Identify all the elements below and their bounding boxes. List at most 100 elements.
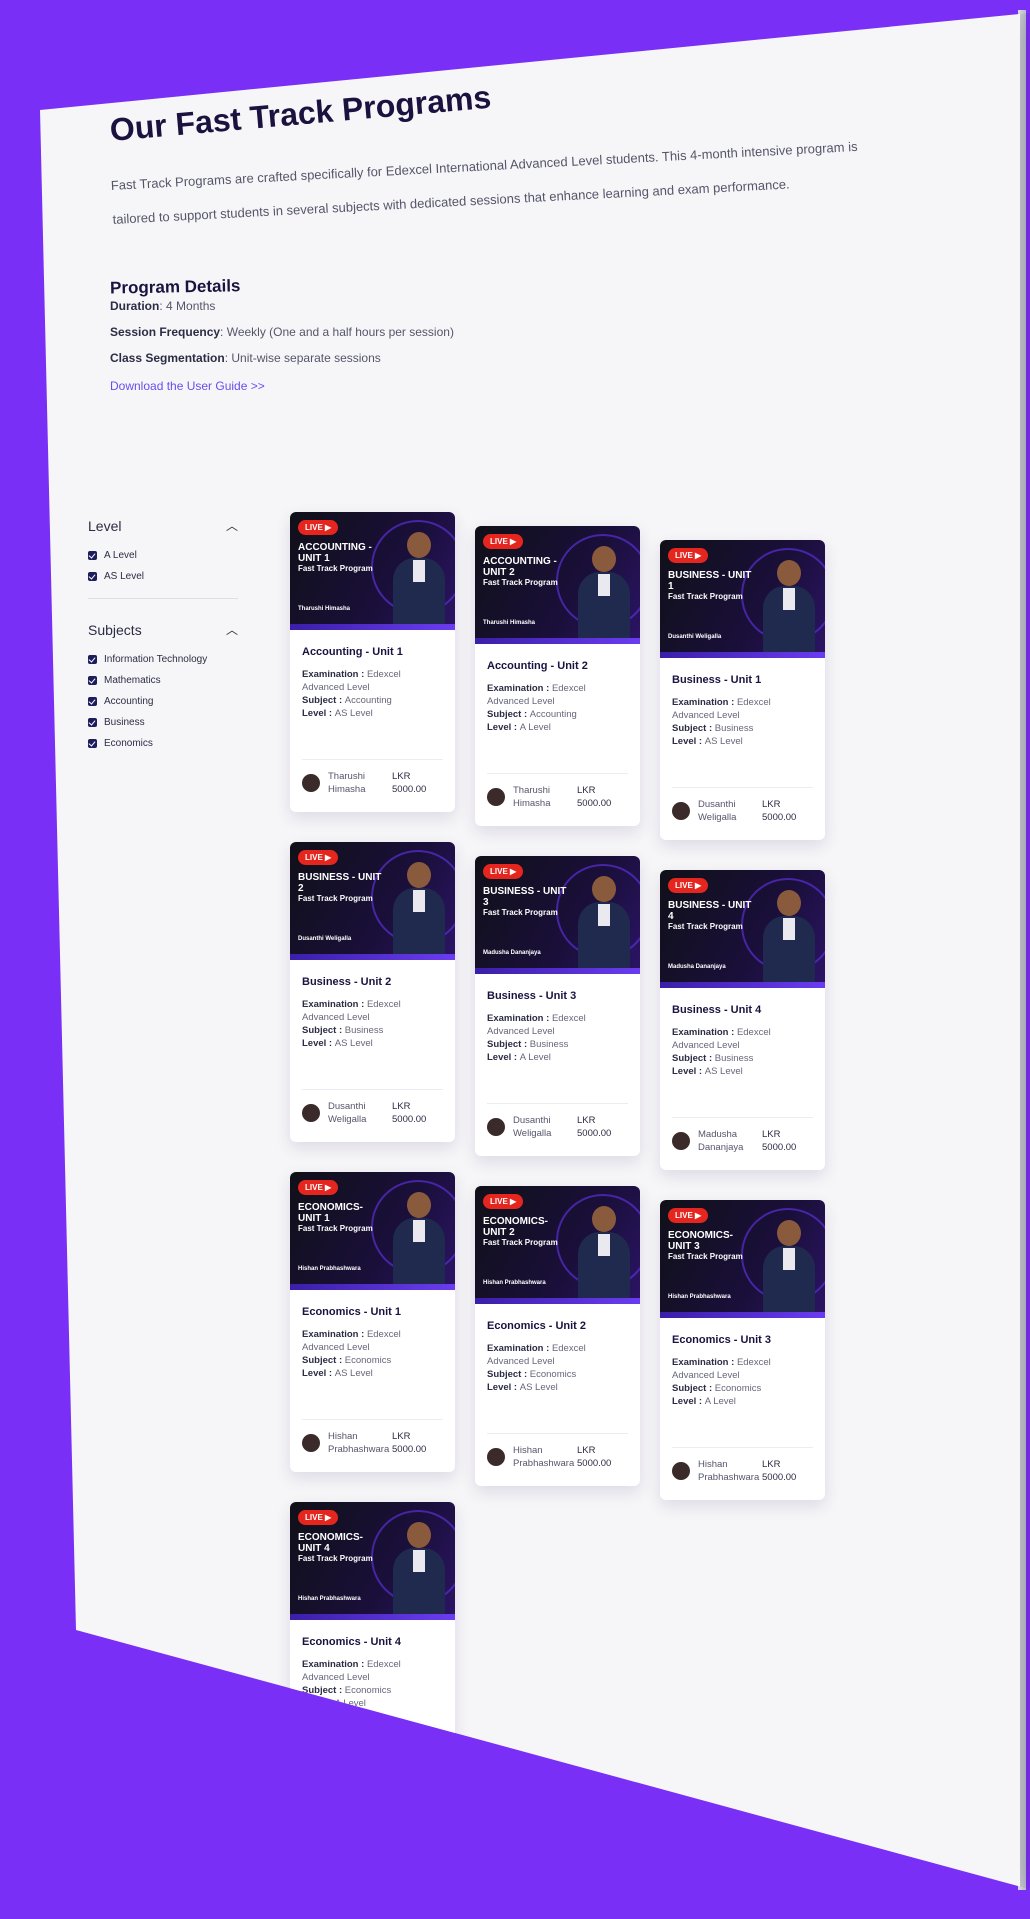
program-name[interactable]: Economics - Unit 1 xyxy=(302,1306,443,1318)
tutor-name: Dusanthi Weligalla xyxy=(513,1115,552,1139)
program-price: LKR 5000.00 xyxy=(577,1114,611,1140)
banner-title: BUSINESS - UNIT 3 xyxy=(483,886,567,908)
program-card[interactable]: LIVE ▶ ACCOUNTING - UNIT 1 Fast Track Prog… xyxy=(290,512,455,812)
banner-title: ACCOUNTING - UNIT 1 xyxy=(298,542,372,564)
program-card-body: Business - Unit 2 Examination : Edexcel A… xyxy=(290,960,455,1050)
banner-title: BUSINESS - UNIT 4 xyxy=(668,900,752,922)
program-card[interactable]: LIVE ▶ ECONOMICS- UNIT 1 Fast Track Progra… xyxy=(290,1172,455,1472)
banner-title: BUSINESS - UNIT 2 xyxy=(298,872,382,894)
price-currency: LKR xyxy=(577,1445,596,1456)
program-name[interactable]: Accounting - Unit 2 xyxy=(487,660,628,672)
program-banner-image[interactable]: LIVE ▶ ACCOUNTING - UNIT 1 Fast Track Prog… xyxy=(290,512,455,630)
subject-filter-option[interactable]: Accounting xyxy=(88,696,238,707)
filter-option-label: Business xyxy=(104,717,145,728)
checkbox-checked-icon[interactable] xyxy=(88,739,97,748)
checkbox-checked-icon[interactable] xyxy=(88,572,97,581)
program-level: Level : AS Level xyxy=(302,707,443,720)
examination-label: Examination : xyxy=(672,1027,737,1038)
level-filter-header[interactable]: Level ︿ xyxy=(88,517,238,534)
program-card[interactable]: LIVE ▶ ECONOMICS- UNIT 2 Fast Track Progra… xyxy=(475,1186,640,1486)
program-card[interactable]: LIVE ▶ BUSINESS - UNIT 4 Fast Track Progra… xyxy=(660,870,825,1170)
level-value: AS Level xyxy=(704,736,743,747)
checkbox-checked-icon[interactable] xyxy=(88,551,97,560)
program-banner-image[interactable]: LIVE ▶ ECONOMICS- UNIT 2 Fast Track Progra… xyxy=(475,1186,640,1304)
level-label: Level : xyxy=(487,1052,520,1063)
duration-row: Duration: 4 Months xyxy=(110,299,970,313)
banner-stripe xyxy=(290,1284,455,1290)
download-user-guide-link[interactable]: Download the User Guide >> xyxy=(110,379,265,393)
avatar xyxy=(672,1462,690,1480)
chevron-up-icon[interactable]: ︿ xyxy=(226,621,238,638)
live-badge: LIVE ▶ xyxy=(298,1510,339,1525)
program-level: Level : A Level xyxy=(672,1395,813,1408)
program-card-body: Economics - Unit 3 Examination : Edexcel … xyxy=(660,1318,825,1408)
program-examination: Examination : Edexcel Advanced Level xyxy=(302,668,443,694)
program-card-footer: Hishan Prabhashwara LKR 5000.00 xyxy=(672,1447,813,1484)
program-banner-image[interactable]: LIVE ▶ BUSINESS - UNIT 4 Fast Track Progra… xyxy=(660,870,825,988)
program-name[interactable]: Business - Unit 3 xyxy=(487,990,628,1002)
subject-filter-option[interactable]: Business xyxy=(88,717,238,728)
price-currency: LKR xyxy=(392,771,411,782)
program-card[interactable]: LIVE ▶ BUSINESS - UNIT 1 Fast Track Progra… xyxy=(660,540,825,840)
program-name[interactable]: Accounting - Unit 1 xyxy=(302,646,443,658)
tutor-name: Madusha Dananjaya xyxy=(698,1129,744,1153)
subject-label: Subject : xyxy=(302,1025,345,1036)
banner-stripe xyxy=(475,1298,640,1304)
program-details: Program Details Duration: 4 Months Sessi… xyxy=(110,271,970,395)
frequency-value: : Weekly (One and a half hours per sessi… xyxy=(220,325,454,339)
program-banner-image[interactable]: LIVE ▶ ECONOMICS- UNIT 1 Fast Track Progra… xyxy=(290,1172,455,1290)
banner-tutor-name: Tharushi Himasha xyxy=(298,606,351,612)
checkbox-checked-icon[interactable] xyxy=(88,655,97,664)
program-card[interactable]: LIVE ▶ BUSINESS - UNIT 3 Fast Track Progra… xyxy=(475,856,640,1156)
program-name[interactable]: Economics - Unit 2 xyxy=(487,1320,628,1332)
program-card-footer: Hishan Prabhashwara LKR 5000.00 xyxy=(302,1419,443,1456)
program-examination: Examination : Edexcel Advanced Level xyxy=(487,1012,628,1038)
subject-value: Business xyxy=(714,723,754,734)
subject-filter-option[interactable]: Information Technology xyxy=(88,654,238,665)
banner-stripe xyxy=(660,982,825,988)
level-value: AS Level xyxy=(334,1368,373,1379)
program-card[interactable]: LIVE ▶ ECONOMICS- UNIT 4 Fast Track Progra… xyxy=(290,1502,455,1802)
program-name[interactable]: Economics - Unit 4 xyxy=(302,1636,443,1648)
tutor-photo-head xyxy=(407,1522,431,1548)
program-card-body: Business - Unit 3 Examination : Edexcel A… xyxy=(475,974,640,1064)
program-price: LKR 5000.00 xyxy=(392,1430,426,1456)
program-name[interactable]: Business - Unit 2 xyxy=(302,976,443,988)
subject-filter-option[interactable]: Economics xyxy=(88,738,238,749)
program-banner-image[interactable]: LIVE ▶ ECONOMICS- UNIT 4 Fast Track Progra… xyxy=(290,1502,455,1620)
program-card[interactable]: LIVE ▶ ACCOUNTING - UNIT 2 Fast Track Prog… xyxy=(475,526,640,826)
tutor-photo-shirt xyxy=(598,904,610,926)
program-examination: Examination : Edexcel Advanced Level xyxy=(487,1342,628,1368)
duration-label: Duration xyxy=(110,299,160,313)
level-label: Level : xyxy=(487,1382,520,1393)
live-badge: LIVE ▶ xyxy=(298,1180,339,1195)
live-badge: LIVE ▶ xyxy=(298,850,339,865)
chevron-up-icon[interactable]: ︿ xyxy=(226,517,238,534)
subjects-filter-header[interactable]: Subjects ︿ xyxy=(88,621,238,638)
program-banner-image[interactable]: LIVE ▶ ACCOUNTING - UNIT 2 Fast Track Prog… xyxy=(475,526,640,644)
program-banner-image[interactable]: LIVE ▶ ECONOMICS- UNIT 3 Fast Track Progra… xyxy=(660,1200,825,1318)
program-banner-image[interactable]: LIVE ▶ BUSINESS - UNIT 1 Fast Track Progra… xyxy=(660,540,825,658)
program-card[interactable]: LIVE ▶ ECONOMICS- UNIT 3 Fast Track Progra… xyxy=(660,1200,825,1500)
level-filter-option[interactable]: A Level xyxy=(88,550,238,561)
program-banner-image[interactable]: LIVE ▶ BUSINESS - UNIT 3 Fast Track Progra… xyxy=(475,856,640,974)
tutor-name: Hishan Prabhashwara xyxy=(513,1445,575,1469)
program-name[interactable]: Business - Unit 4 xyxy=(672,1004,813,1016)
program-banner-image[interactable]: LIVE ▶ BUSINESS - UNIT 2 Fast Track Progra… xyxy=(290,842,455,960)
program-card[interactable]: LIVE ▶ BUSINESS - UNIT 2 Fast Track Progra… xyxy=(290,842,455,1142)
level-value: AS Level xyxy=(334,1038,373,1049)
avatar xyxy=(302,774,320,792)
banner-subtitle: Fast Track Program xyxy=(298,1554,373,1563)
banner-title: BUSINESS - UNIT 1 xyxy=(668,570,752,592)
program-level: Level : A Level xyxy=(487,1051,628,1064)
program-price: LKR 5000.00 xyxy=(762,1128,796,1154)
checkbox-checked-icon[interactable] xyxy=(88,718,97,727)
program-name[interactable]: Economics - Unit 3 xyxy=(672,1334,813,1346)
program-card-body: Accounting - Unit 1 Examination : Edexcel… xyxy=(290,630,455,720)
checkbox-checked-icon[interactable] xyxy=(88,676,97,685)
subject-filter-option[interactable]: Mathematics xyxy=(88,675,238,686)
price-value: 5000.00 xyxy=(392,1114,427,1125)
level-filter-option[interactable]: AS Level xyxy=(88,571,238,582)
checkbox-checked-icon[interactable] xyxy=(88,697,97,706)
program-name[interactable]: Business - Unit 1 xyxy=(672,674,813,686)
